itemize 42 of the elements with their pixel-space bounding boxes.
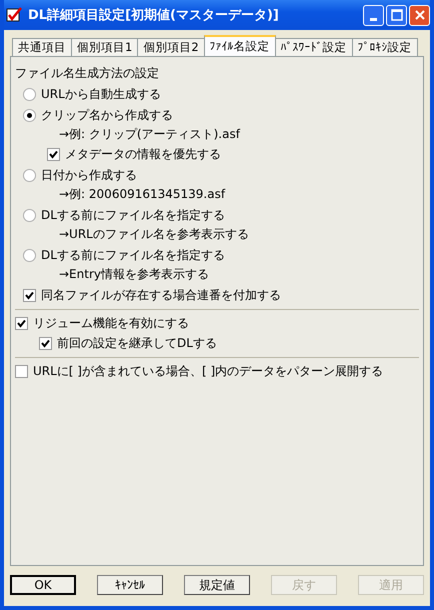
example-note: →例: クリップ(アーティスト).asf — [58, 127, 240, 141]
example-note: →例: 200609161345139.asf — [58, 187, 226, 201]
tab[interactable]: 個別項目1 — [71, 38, 138, 56]
checkbox[interactable] — [15, 317, 28, 330]
minimize-button[interactable] — [363, 4, 384, 26]
dialog-button[interactable]: 規定値 — [184, 575, 250, 595]
tab[interactable]: 共通項目 — [12, 38, 72, 56]
tab[interactable]: 個別項目2 — [137, 38, 205, 56]
radio-button[interactable] — [23, 209, 36, 222]
checkbox-label: 同名ファイルが存在する場合連番を付加する — [41, 287, 281, 304]
tab[interactable]: ﾌﾟﾛｷｼ設定 — [352, 38, 418, 56]
radio-button[interactable] — [23, 109, 36, 122]
radio-button[interactable] — [23, 88, 36, 101]
checkbox[interactable] — [23, 289, 36, 302]
radio-label: 日付から作成する — [41, 167, 137, 184]
example-note: →URLのファイル名を参考表示する — [58, 227, 249, 241]
checkbox-label: 前回の設定を継承してDLする — [57, 335, 217, 352]
radio-label: URLから自動生成する — [41, 86, 161, 103]
radio-label: DLする前にファイル名を指定する — [41, 247, 225, 264]
checkbox[interactable] — [47, 148, 60, 161]
radio-button[interactable] — [23, 249, 36, 262]
radio-label: クリップ名から作成する — [41, 107, 173, 124]
tab[interactable]: ﾌｧｲﾙ名設定 — [204, 35, 276, 56]
tab[interactable]: ﾊﾟｽﾜｰﾄﾞ設定 — [274, 38, 353, 56]
example-note: →Entry情報を参考表示する — [58, 267, 209, 281]
checkbox-label: URLに[ ]が含まれている場合、[ ]内のデータをパターン展開する — [33, 363, 384, 380]
checkbox-label: リジューム機能を有効にする — [33, 315, 189, 332]
close-icon — [414, 9, 426, 21]
maximize-icon — [390, 9, 402, 21]
window-title: DL詳細項目設定[初期値(マスターデータ)] — [28, 6, 280, 24]
dialog-button[interactable]: OK — [10, 575, 76, 595]
group-heading: ファイル名生成方法の設定 — [15, 65, 160, 82]
checkbox[interactable] — [15, 365, 28, 378]
minimize-icon — [370, 18, 377, 20]
radio-label: DLする前にファイル名を指定する — [41, 207, 225, 224]
dialog-button[interactable]: ｷｬﾝｾﾙ — [97, 575, 163, 595]
maximize-button[interactable] — [386, 4, 407, 26]
checkbox-icon — [6, 7, 22, 23]
checkbox[interactable] — [39, 337, 52, 350]
radio-button[interactable] — [23, 169, 36, 182]
close-button[interactable] — [409, 4, 430, 26]
checkbox-label: メタデータの情報を優先する — [65, 146, 221, 163]
